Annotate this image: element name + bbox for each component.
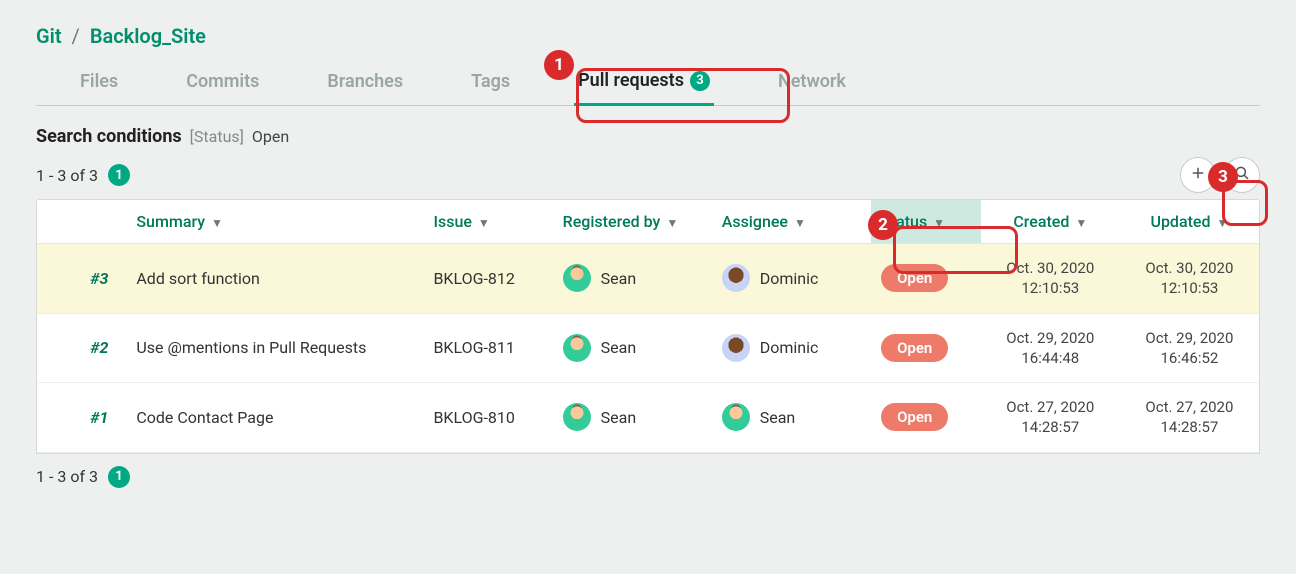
pr-summary[interactable]: Use @mentions in Pull Requests xyxy=(126,313,423,383)
status-badge: Open xyxy=(881,403,948,431)
user-name: Sean xyxy=(760,408,796,427)
pr-updated: Oct. 27, 2020 14:28:57 xyxy=(1120,383,1259,453)
pr-status: Open xyxy=(871,313,981,383)
chevron-down-icon: ▼ xyxy=(211,216,223,230)
user-name: Sean xyxy=(601,408,637,427)
avatar xyxy=(722,334,750,362)
user-name: Dominic xyxy=(760,338,819,357)
chevron-down-icon: ▼ xyxy=(1216,216,1228,230)
breadcrumb: Git / Backlog_Site xyxy=(36,24,1260,48)
pr-registered-by: Sean xyxy=(553,244,712,314)
breadcrumb-root[interactable]: Git xyxy=(36,24,62,48)
col-status-label: Status xyxy=(881,212,927,231)
pr-status: Open xyxy=(871,244,981,314)
search-conditions: Search conditions [Status] Open xyxy=(36,126,1260,147)
tab-network[interactable]: Network xyxy=(774,62,850,105)
breadcrumb-sep: / xyxy=(72,24,80,48)
col-registered-by-label: Registered by xyxy=(563,212,661,231)
chevron-down-icon: ▼ xyxy=(666,216,678,230)
col-status[interactable]: Status ▼ xyxy=(871,200,981,244)
pr-id[interactable]: #3 xyxy=(37,244,126,314)
chevron-down-icon: ▼ xyxy=(933,216,945,230)
search-icon xyxy=(1233,164,1251,186)
pr-assignee: Sean xyxy=(712,383,871,453)
col-id xyxy=(37,200,126,244)
chevron-down-icon: ▼ xyxy=(794,216,806,230)
avatar xyxy=(722,264,750,292)
result-range-bottom: 1 - 3 of 3 xyxy=(36,467,98,486)
search-button[interactable] xyxy=(1224,157,1260,193)
user-name: Dominic xyxy=(760,269,819,288)
tab-commits[interactable]: Commits xyxy=(182,62,263,105)
status-badge: Open xyxy=(881,334,948,362)
table-row[interactable]: #2 Use @mentions in Pull Requests BKLOG-… xyxy=(37,313,1259,383)
result-range-top: 1 - 3 of 3 xyxy=(36,166,98,185)
col-updated-label: Updated xyxy=(1150,212,1210,231)
status-badge: Open xyxy=(881,264,948,292)
search-conditions-label: Search conditions xyxy=(36,126,182,147)
avatar xyxy=(563,264,591,292)
breadcrumb-repo[interactable]: Backlog_Site xyxy=(90,24,206,48)
plus-icon xyxy=(1189,164,1207,186)
pull-request-count-badge: 3 xyxy=(690,71,710,91)
pr-assignee: Dominic xyxy=(712,244,871,314)
tab-files[interactable]: Files xyxy=(76,62,122,105)
chevron-down-icon: ▼ xyxy=(478,216,490,230)
pr-issue[interactable]: BKLOG-812 xyxy=(423,244,552,314)
pr-created: Oct. 27, 2020 14:28:57 xyxy=(981,383,1120,453)
pr-registered-by: Sean xyxy=(553,313,712,383)
tab-branches[interactable]: Branches xyxy=(323,62,407,105)
tab-tags[interactable]: Tags xyxy=(467,62,514,105)
col-assignee[interactable]: Assignee ▼ xyxy=(712,200,871,244)
pr-created: Oct. 30, 2020 12:10:53 xyxy=(981,244,1120,314)
pull-request-table: Summary ▼ Issue ▼ Registered by ▼ Assign… xyxy=(36,199,1260,454)
result-count-badge-top: 1 xyxy=(108,164,130,186)
pr-status: Open xyxy=(871,383,981,453)
col-summary-label: Summary xyxy=(136,212,205,231)
col-updated[interactable]: Updated ▼ xyxy=(1120,200,1259,244)
pr-registered-by: Sean xyxy=(553,383,712,453)
col-assignee-label: Assignee xyxy=(722,212,788,231)
avatar xyxy=(722,403,750,431)
result-count-badge-bottom: 1 xyxy=(108,466,130,488)
pr-summary[interactable]: Code Contact Page xyxy=(126,383,423,453)
user-name: Sean xyxy=(601,269,637,288)
pr-issue[interactable]: BKLOG-811 xyxy=(423,313,552,383)
pr-issue[interactable]: BKLOG-810 xyxy=(423,383,552,453)
avatar xyxy=(563,403,591,431)
user-name: Sean xyxy=(601,338,637,357)
pr-created: Oct. 29, 2020 16:44:48 xyxy=(981,313,1120,383)
add-button[interactable] xyxy=(1180,157,1216,193)
tab-pull-requests-label: Pull requests xyxy=(578,70,684,91)
col-summary[interactable]: Summary ▼ xyxy=(126,200,423,244)
tab-pull-requests[interactable]: Pull requests 3 xyxy=(574,62,714,106)
search-conditions-key: [Status] xyxy=(190,127,244,146)
chevron-down-icon: ▼ xyxy=(1075,216,1087,230)
col-issue-label: Issue xyxy=(433,212,471,231)
col-issue[interactable]: Issue ▼ xyxy=(423,200,552,244)
pr-summary[interactable]: Add sort function xyxy=(126,244,423,314)
table-row[interactable]: #3 Add sort function BKLOG-812 Sean Domi… xyxy=(37,244,1259,314)
pr-updated: Oct. 29, 2020 16:46:52 xyxy=(1120,313,1259,383)
col-created[interactable]: Created ▼ xyxy=(981,200,1120,244)
avatar xyxy=(563,334,591,362)
pr-id[interactable]: #1 xyxy=(37,383,126,453)
table-row[interactable]: #1 Code Contact Page BKLOG-810 Sean Sean… xyxy=(37,383,1259,453)
tab-bar: Files Commits Branches Tags Pull request… xyxy=(36,62,1260,106)
search-conditions-value: Open xyxy=(252,127,289,146)
pr-id[interactable]: #2 xyxy=(37,313,126,383)
pr-updated: Oct. 30, 2020 12:10:53 xyxy=(1120,244,1259,314)
col-created-label: Created xyxy=(1013,212,1069,231)
col-registered-by[interactable]: Registered by ▼ xyxy=(553,200,712,244)
pr-assignee: Dominic xyxy=(712,313,871,383)
